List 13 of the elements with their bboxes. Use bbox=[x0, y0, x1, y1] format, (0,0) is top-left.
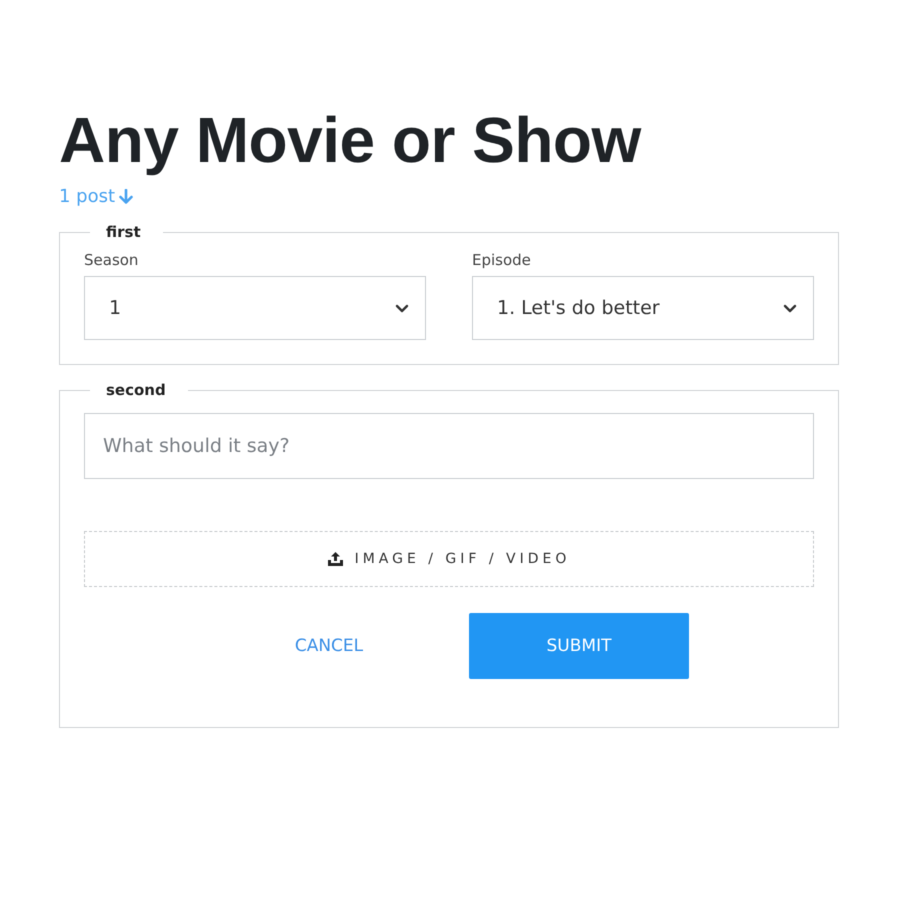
upload-button[interactable]: IMAGE / GIF / VIDEO bbox=[84, 531, 814, 587]
dropdown-select[interactable]: 1 bbox=[84, 276, 426, 340]
dropdown-select[interactable]: 1. Let's do better bbox=[472, 276, 814, 340]
field-label: Season bbox=[84, 251, 140, 269]
text-input[interactable]: What should it say? bbox=[84, 413, 814, 479]
chevron-down-icon bbox=[783, 304, 797, 312]
chevron-down-icon bbox=[395, 304, 409, 312]
page-title: Any Movie or Show bbox=[59, 103, 642, 178]
panel-legend: second bbox=[90, 381, 188, 399]
upload-icon bbox=[328, 552, 343, 566]
panel-legend: first bbox=[90, 223, 163, 241]
field-label: Episode bbox=[472, 251, 532, 269]
arrow-down-icon bbox=[119, 188, 134, 204]
